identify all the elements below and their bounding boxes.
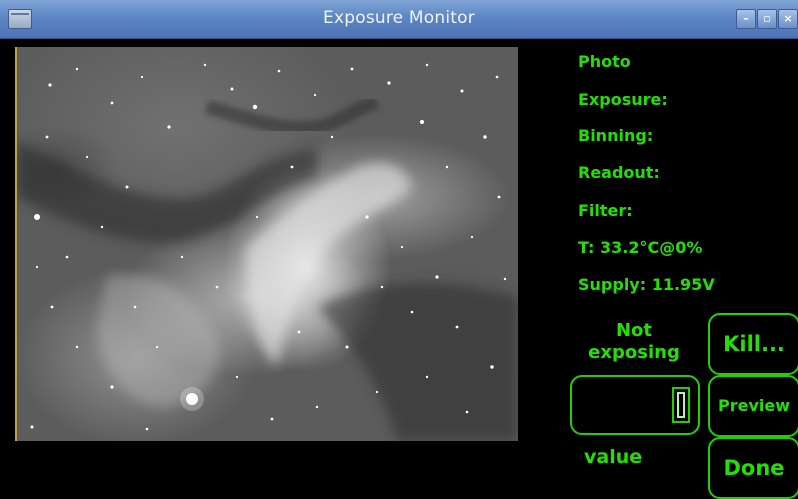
close-button[interactable]: × bbox=[778, 9, 798, 29]
value-label: value bbox=[584, 446, 643, 468]
image-preview bbox=[15, 47, 518, 441]
temperature-readout: T: 33.2°C@0% bbox=[578, 238, 703, 257]
binning-label: Binning: bbox=[578, 126, 654, 145]
kill-button[interactable]: Kill... bbox=[708, 313, 798, 375]
exposure-status: Not exposing bbox=[574, 320, 694, 364]
exposure-label: Exposure: bbox=[578, 90, 668, 109]
text-cursor-icon bbox=[672, 387, 690, 423]
filter-label: Filter: bbox=[578, 201, 633, 220]
readout-label: Readout: bbox=[578, 163, 660, 182]
status-line-1: Not bbox=[615, 320, 653, 341]
photo-label: Photo bbox=[578, 52, 631, 71]
window-title: Exposure Monitor bbox=[323, 8, 475, 28]
preview-button[interactable]: Preview bbox=[708, 375, 798, 437]
minimize-button[interactable]: – bbox=[736, 9, 756, 29]
maximize-button[interactable]: ▫ bbox=[757, 9, 777, 29]
status-line-2: exposing bbox=[588, 342, 680, 363]
supply-voltage-readout: Supply: 11.95V bbox=[578, 275, 715, 294]
nebula-image bbox=[17, 63, 518, 441]
done-button[interactable]: Done bbox=[708, 437, 798, 499]
value-input[interactable] bbox=[570, 375, 700, 435]
title-bar[interactable]: Exposure Monitor – ▫ × bbox=[0, 0, 798, 39]
exposure-monitor-window: Exposure Monitor – ▫ × Photo Exposure: B… bbox=[0, 0, 798, 499]
